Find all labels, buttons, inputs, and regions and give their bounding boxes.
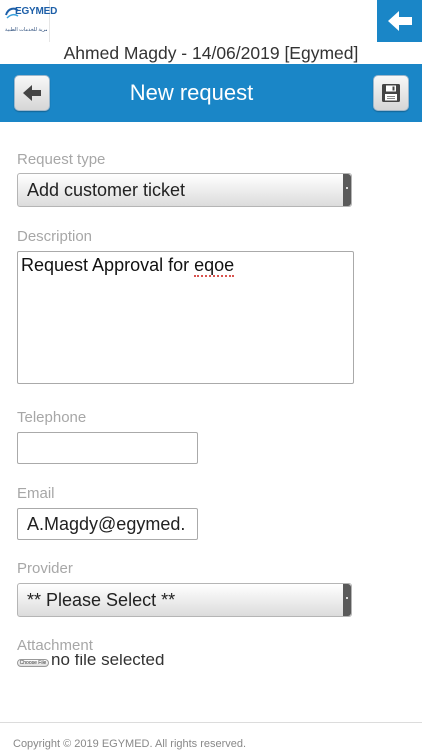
select-handle-icon <box>343 174 351 206</box>
save-button[interactable] <box>373 75 409 111</box>
email-label: Email <box>17 485 55 502</box>
provider-label: Provider <box>17 560 73 577</box>
attachment-label: Attachment <box>17 637 93 654</box>
request-type-label: Request type <box>17 151 106 168</box>
attachment-status: no file selected <box>51 654 165 669</box>
description-text: Request Approval for <box>21 255 195 275</box>
request-type-value: Add customer ticket <box>27 180 186 200</box>
user-info-line: Ahmed Magdy - 14/06/2019 [Egymed] <box>63 43 359 63</box>
telephone-label: Telephone <box>17 409 87 426</box>
page-title: New request <box>129 80 254 105</box>
telephone-input[interactable] <box>17 432 198 464</box>
page-header: New request <box>0 64 422 122</box>
save-disk-icon <box>382 84 400 102</box>
logo-text: EGYMED <box>15 6 58 17</box>
brand-logo: EGYMED المصرية للخدمات الطبية <box>0 0 57 42</box>
logo-subtext: المصرية للخدمات الطبية <box>5 27 47 33</box>
footer-divider <box>0 722 422 723</box>
copyright-text: Copyright © 2019 EGYMED. All rights rese… <box>13 738 247 750</box>
arrow-left-icon <box>23 85 41 101</box>
description-label: Description <box>17 228 93 245</box>
select-handle-icon <box>343 584 351 616</box>
back-button[interactable] <box>14 75 50 111</box>
choose-file-button[interactable]: Choose File <box>17 659 49 667</box>
provider-select[interactable]: ** Please Select ** <box>17 583 352 617</box>
description-value: Request Approval for eqoe <box>21 255 235 277</box>
top-bar: EGYMED المصرية للخدمات الطبية <box>0 0 422 42</box>
request-type-select[interactable]: Add customer ticket <box>17 173 352 207</box>
provider-value: ** Please Select ** <box>27 590 176 610</box>
email-input[interactable]: A.Magdy@egymed. <box>17 508 198 540</box>
attachment-field: Choose File no file selected <box>17 654 317 670</box>
arrow-left-icon <box>388 11 412 31</box>
email-value: A.Magdy@egymed. <box>27 514 186 534</box>
misspelled-word: eqoe <box>194 255 235 277</box>
top-back-button[interactable] <box>377 0 422 42</box>
description-textarea[interactable]: Request Approval for eqoe <box>17 251 354 384</box>
